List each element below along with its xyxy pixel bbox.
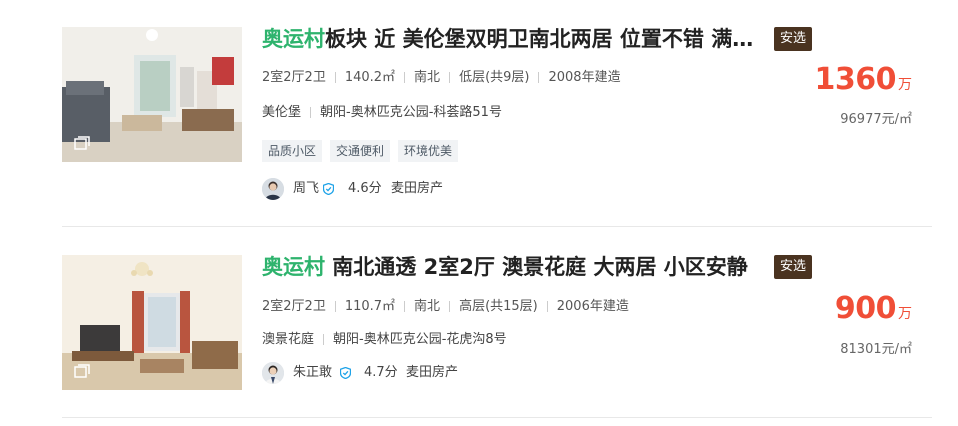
divider (546, 301, 548, 312)
listing-title[interactable]: 奥运村板块 近 美伦堡双明卫南北两居 位置不错 满五唯一 (262, 24, 767, 54)
price-unit: 万 (898, 306, 912, 322)
divider (404, 72, 406, 83)
unit-price: 96977元/㎡ (840, 112, 912, 127)
title-keyword: 奥运村 (262, 255, 325, 279)
agent-name[interactable]: 朱正敢 (293, 361, 332, 385)
price-value: 900 (834, 291, 897, 326)
title-text: 板块 近 美伦堡双明卫南北两居 位置不错 满五唯一 (325, 27, 767, 51)
divider (538, 72, 540, 83)
agent-row: 朱正敢 4.7分 麦田房产 (262, 361, 522, 385)
listing-title-row: 奥运村板块 近 美伦堡双明卫南北两居 位置不错 满五唯一 安选 (262, 24, 932, 54)
agent-photo (262, 362, 284, 384)
location-line: 美伦堡 朝阳-奥林匹克公园-科荟路51号 (262, 103, 502, 123)
area: 140.2㎡ (344, 70, 396, 85)
divider (310, 107, 312, 118)
community-link[interactable]: 美伦堡 (262, 105, 301, 120)
total-price: 1360 万 (815, 62, 913, 97)
build-year: 2006年建造 (556, 299, 629, 314)
tag: 环境优美 (398, 140, 459, 162)
agent-company: 麦田房产 (406, 365, 459, 380)
listing-title[interactable]: 奥运村 南北通透 2室2厅 澳景花庭 大两居 小区安静 (262, 252, 767, 282)
agent-avatar[interactable] (262, 362, 284, 384)
tag-list: 品质小区 交通便利 环境优美 (262, 140, 466, 162)
divider (449, 301, 451, 312)
verified-shield-icon (340, 367, 351, 379)
unit-price: 81301元/㎡ (840, 342, 912, 357)
total-price: 900 万 (835, 291, 912, 326)
listing-card[interactable]: 奥运村板块 近 美伦堡双明卫南北两居 位置不错 满五唯一 安选 2室2厅2卫 14… (62, 0, 932, 227)
anxuan-badge: 安选 (774, 255, 813, 279)
listing-title-row: 奥运村 南北通透 2室2厅 澳景花庭 大两居 小区安静 安选 (262, 252, 932, 282)
price-unit: 万 (898, 77, 912, 93)
address-link[interactable]: 朝阳-奥林匹克公园-科荟路51号 (320, 105, 502, 120)
title-text: 南北通透 2室2厅 澳景花庭 大两居 小区安静 (325, 255, 748, 279)
tag: 品质小区 (262, 140, 323, 162)
floor: 高层(共15层) (459, 299, 538, 314)
agent-photo (262, 178, 284, 200)
community-link[interactable]: 澳景花庭 (262, 332, 314, 347)
price-value: 1360 (814, 62, 897, 97)
verified-shield-icon (323, 183, 334, 195)
area: 110.7㎡ (344, 299, 396, 314)
divider (334, 72, 336, 83)
listing-photo[interactable] (62, 255, 242, 390)
build-year: 2008年建造 (548, 70, 621, 85)
anxuan-badge: 安选 (774, 27, 813, 51)
listing-card[interactable]: 奥运村 南北通透 2室2厅 澳景花庭 大两居 小区安静 安选 2室2厅2卫 110… (62, 227, 932, 418)
agent-name[interactable]: 周飞 (293, 177, 319, 201)
divider (449, 72, 451, 83)
orientation: 南北 (414, 70, 441, 85)
album-icon (74, 136, 90, 150)
agent-avatar[interactable] (262, 178, 284, 200)
listing-list: 奥运村板块 近 美伦堡双明卫南北两居 位置不错 满五唯一 安选 2室2厅2卫 14… (0, 0, 958, 426)
divider (404, 301, 406, 312)
layout: 2室2厅2卫 (262, 299, 326, 314)
agent-company: 麦田房产 (391, 181, 444, 196)
house-attributes: 2室2厅2卫 110.7㎡ 南北 高层(共15层) 2006年建造 (262, 297, 629, 317)
tag: 交通便利 (330, 140, 391, 162)
album-icon (74, 364, 90, 378)
layout: 2室2厅2卫 (262, 70, 326, 85)
agent-score: 4.7分 (364, 365, 398, 380)
orientation: 南北 (414, 299, 441, 314)
title-keyword: 奥运村 (262, 27, 325, 51)
location-line: 澳景花庭 朝阳-奥林匹克公园-花虎沟8号 (262, 330, 507, 350)
address-link[interactable]: 朝阳-奥林匹克公园-花虎沟8号 (333, 332, 507, 347)
divider (323, 334, 325, 345)
listing-photo[interactable] (62, 27, 242, 162)
agent-row: 周飞 4.6分 麦田房产 (262, 177, 522, 201)
floor: 低层(共9层) (459, 70, 530, 85)
divider (334, 301, 336, 312)
agent-score: 4.6分 (348, 181, 382, 196)
house-attributes: 2室2厅2卫 140.2㎡ 南北 低层(共9层) 2008年建造 (262, 68, 621, 88)
